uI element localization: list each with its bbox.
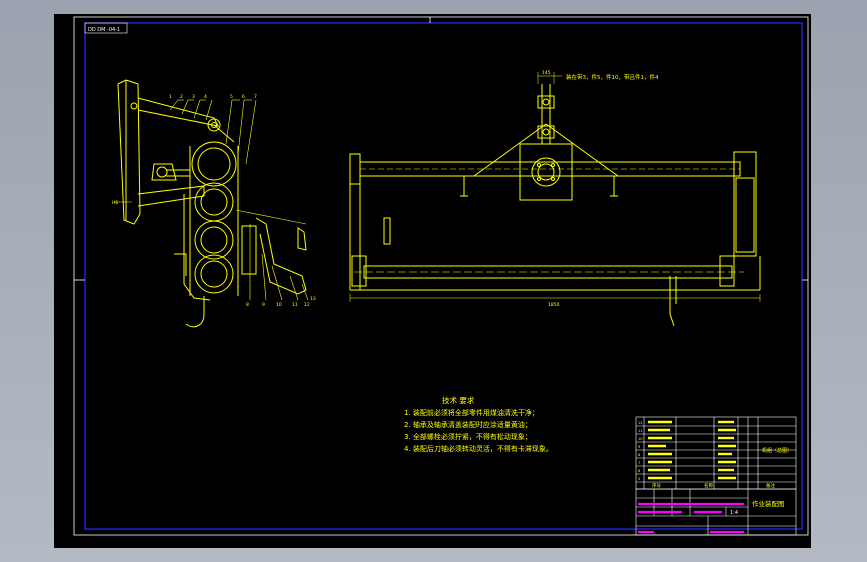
svg-text:4: 4 [204,94,207,100]
svg-text:12: 12 [304,302,310,308]
svg-text:8: 8 [638,453,641,457]
svg-text:10: 10 [276,302,282,308]
tech-req-item: 2. 轴承及轴承清盖装配时应涂适量黄油； [404,420,532,429]
svg-text:10: 10 [638,437,643,441]
svg-text:3: 3 [192,94,195,100]
side-label-v: H6 [112,200,118,206]
svg-text:9: 9 [638,445,641,449]
tech-req-item: 3. 全部螺栓必须拧紧，不得有松动现象； [404,432,532,441]
drawing-canvas: DD DM -04-1 1 2 3 4 5 6 7 8 9 10 11 12 1… [73,16,809,536]
header-seq: 序号 [652,482,661,489]
svg-text:7: 7 [254,94,257,100]
svg-text:11: 11 [292,302,298,308]
svg-text:1: 1 [169,94,172,100]
tech-req-title: 技术 要求 [442,395,475,405]
front-view [349,72,761,327]
assembly-note: 装在带3，件5，件10，带吕件1，件4 [566,73,659,81]
title-block: 12 11 10 9 8 7 6 5 机组（总图） 序号 名称 备注 作业装配图 1:4 [635,416,797,536]
drawing-scale: 1:4 [730,510,738,516]
cad-viewport: DD DM -04-1 1 2 3 4 5 6 7 8 9 10 11 12 1… [0,0,867,562]
svg-text:9: 9 [262,302,265,308]
svg-text:6: 6 [638,469,641,473]
front-view-labels: 145 1850 装在带3，件5，件10，带吕件1，件4 [542,70,659,308]
svg-text:2: 2 [180,94,183,100]
tech-req-item: 4. 装配后刀轴必须转动灵活，不得有卡滞现象。 [404,444,553,453]
tech-requirements: 技术 要求 1. 装配前必须将全部零件用煤油清洗干净； 2. 轴承及轴承清盖装配… [404,395,553,453]
tech-req-item: 1. 装配前必须将全部零件用煤油清洗干净； [404,408,539,417]
header-name: 名称 [704,482,713,489]
drawing-sheet[interactable]: DD DM -04-1 1 2 3 4 5 6 7 8 9 10 11 12 1… [54,14,811,548]
svg-text:7: 7 [638,461,640,465]
header-remark: 备注 [766,482,775,489]
drawing-title: 作业装配图 [752,499,785,508]
svg-text:12: 12 [638,421,643,425]
code-stamp: DD DM -04-1 [88,27,120,33]
dimension-bottom: 1850 [548,302,560,308]
side-view-labels: 1 2 3 4 5 6 7 8 9 10 11 12 13 H6 [112,94,316,308]
svg-text:8: 8 [246,302,249,308]
svg-text:6: 6 [242,94,245,100]
material-note: 机组（总图） [762,447,792,454]
svg-text:5: 5 [638,477,640,481]
svg-text:11: 11 [638,429,643,433]
dimension-top: 145 [542,70,551,76]
svg-text:13: 13 [310,296,316,302]
side-view [114,79,309,328]
svg-text:5: 5 [230,94,233,100]
